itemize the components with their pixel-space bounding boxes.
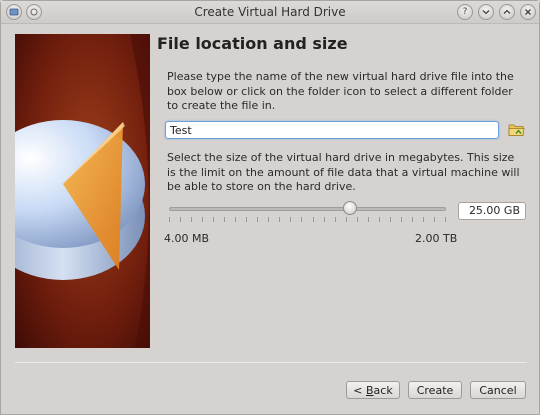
page-heading: File location and size — [157, 34, 348, 53]
slider-tick — [301, 217, 302, 222]
help-icon[interactable]: ? — [457, 4, 473, 20]
close-icon[interactable] — [520, 4, 536, 20]
location-description: Please type the name of the new virtual … — [167, 70, 514, 112]
slider-tick — [390, 217, 391, 222]
size-slider-handle[interactable] — [343, 201, 357, 215]
size-slider-ticks — [169, 217, 446, 223]
slider-tick — [445, 217, 446, 222]
title-bar[interactable]: Create Virtual Hard Drive ? — [1, 1, 539, 24]
back-label-rest: ack — [373, 383, 393, 397]
slider-min-label: 4.00 MB — [164, 232, 210, 245]
button-separator — [15, 362, 527, 363]
slider-tick — [213, 217, 214, 222]
slider-tick — [324, 217, 325, 222]
slider-tick — [335, 217, 336, 222]
slider-tick — [412, 217, 413, 222]
slider-tick — [313, 217, 314, 222]
file-name-input[interactable] — [165, 121, 499, 139]
slider-tick — [423, 217, 424, 222]
slider-tick — [401, 217, 402, 222]
minimize-icon[interactable] — [478, 4, 494, 20]
cancel-button[interactable]: Cancel — [470, 381, 526, 399]
slider-tick — [191, 217, 192, 222]
slider-tick — [235, 217, 236, 222]
slider-tick — [357, 217, 358, 222]
create-button[interactable]: Create — [408, 381, 462, 399]
back-button[interactable]: < Back — [346, 381, 400, 399]
size-description: Select the size of the virtual hard driv… — [167, 151, 520, 193]
slider-tick — [257, 217, 258, 222]
choose-folder-button[interactable] — [507, 121, 525, 138]
slider-tick — [368, 217, 369, 222]
slider-tick — [346, 217, 347, 222]
slider-tick — [202, 217, 203, 222]
wizard-side-image — [15, 34, 150, 348]
slider-tick — [434, 217, 435, 222]
slider-tick — [224, 217, 225, 222]
slider-tick — [279, 217, 280, 222]
size-value-field[interactable]: 25.00 GB — [458, 202, 526, 220]
dialog-window: Create Virtual Hard Drive ? File locatio… — [0, 0, 540, 415]
slider-tick — [180, 217, 181, 222]
slider-tick — [379, 217, 380, 222]
slider-tick — [290, 217, 291, 222]
slider-tick — [268, 217, 269, 222]
back-prefix: < — [353, 383, 366, 397]
folder-icon — [508, 124, 524, 136]
maximize-icon[interactable] — [499, 4, 515, 20]
slider-tick — [246, 217, 247, 222]
back-mnemonic: B — [366, 383, 374, 397]
size-slider-track[interactable] — [169, 207, 446, 211]
slider-tick — [169, 217, 170, 222]
slider-max-label: 2.00 TB — [415, 232, 458, 245]
